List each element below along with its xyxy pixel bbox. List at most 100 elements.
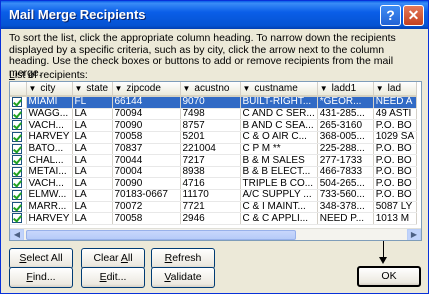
filter-arrow-icon[interactable]: ▼: [29, 84, 37, 94]
cell-city: MARR...: [26, 201, 73, 214]
find-button[interactable]: Find...: [9, 267, 73, 288]
scrollbar-thumb[interactable]: [26, 230, 296, 240]
scroll-right-icon[interactable]: ▶: [407, 229, 421, 240]
scroll-left-icon[interactable]: ◀: [10, 229, 24, 240]
cell-city: MIAMI: [26, 96, 73, 109]
horizontal-scrollbar[interactable]: ◀ ▶: [10, 228, 421, 240]
table-row[interactable]: WAGG... LA 70094 7498 C AND C SER... 431-285.…: [10, 108, 418, 121]
cell-zipcode: 70090: [112, 119, 181, 132]
row-checkbox[interactable]: [12, 97, 22, 107]
row-checkbox-cell[interactable]: [10, 177, 27, 191]
table-row[interactable]: CHAL... LA 70044 7217 B & M SALES 277-1733 P.O…: [10, 154, 418, 167]
cell-city: ELMW...: [26, 189, 73, 202]
column-header-label: acustno: [194, 82, 230, 94]
cell-ladd2: 1013 M: [373, 212, 418, 226]
cell-ladd2: P.O. BO: [373, 143, 418, 156]
table-row[interactable]: METAI... LA 70004 8938 B & B ELECT... 466-783…: [10, 166, 418, 179]
cell-custname: B & M SALES: [240, 154, 318, 167]
cell-zipcode: 70837: [112, 143, 181, 156]
cell-ladd2: P.O. BO: [373, 166, 418, 179]
cell-custname: C AND C SER...: [240, 108, 318, 121]
column-header-label: custname: [254, 82, 298, 94]
column-header-city[interactable]: ▼ city: [26, 82, 73, 97]
cell-ladd1: *GEOR...: [317, 96, 374, 109]
row-checkbox-cell[interactable]: [10, 143, 27, 156]
row-checkbox-cell[interactable]: [10, 131, 27, 144]
cell-ladd2: 1029 SA: [373, 131, 418, 144]
cell-city: WAGG...: [26, 108, 73, 121]
table-row[interactable]: VACH... LA 70090 8757 B AND C SEA... 265-3160…: [10, 119, 418, 132]
list-label-text: ist of recipients:: [14, 69, 88, 81]
cell-ladd1: 225-288...: [317, 143, 374, 156]
row-checkbox-cell[interactable]: [10, 166, 27, 179]
validate-label: alidate: [170, 271, 202, 283]
select-all-label: elect All: [26, 252, 63, 264]
row-checkbox[interactable]: [12, 131, 22, 142]
ok-button[interactable]: OK: [357, 266, 421, 287]
edit-label: dit...: [106, 271, 127, 283]
close-button[interactable]: ✕: [403, 5, 424, 26]
clear-all-button[interactable]: Clear All: [81, 248, 145, 269]
cell-acustno: 8757: [180, 119, 241, 132]
table-row[interactable]: MIAMI FL 66144 9070 BUILT-RIGHT... *GEOR... NE…: [10, 96, 418, 109]
filter-arrow-icon[interactable]: ▼: [320, 84, 328, 94]
table-row[interactable]: HARVEY LA 70058 5201 C & O AIR C... 368-005..…: [10, 131, 418, 144]
cell-zipcode: 70004: [112, 166, 181, 179]
cell-state: LA: [72, 143, 113, 156]
table-row[interactable]: BATO... LA 70837 221004 C P M ** 225-288... P.…: [10, 143, 418, 156]
table-row[interactable]: HARVEY LA 70058 2946 C & C APPLI... NEED P...…: [10, 212, 418, 226]
cell-acustno: 5201: [180, 131, 241, 144]
row-checkbox-cell[interactable]: [10, 201, 27, 214]
table-row[interactable]: MARR... LA 70072 7721 C & I MAINT... 348-378.…: [10, 201, 418, 214]
row-checkbox[interactable]: [12, 155, 22, 166]
row-checkbox-cell[interactable]: [10, 108, 27, 121]
validate-button[interactable]: Validate: [151, 267, 215, 288]
filter-arrow-icon[interactable]: ▼: [243, 84, 251, 94]
row-checkbox-cell[interactable]: [10, 119, 27, 132]
filter-arrow-icon[interactable]: ▼: [376, 84, 384, 94]
clear-all-label-end: ll: [127, 252, 133, 264]
title-bar[interactable]: Mail Merge Recipients ? ✕: [1, 1, 428, 29]
row-checkbox[interactable]: [12, 166, 22, 177]
column-header-ladd2[interactable]: ▼ lad: [373, 82, 418, 97]
row-checkbox-cell[interactable]: [10, 212, 27, 226]
column-header-state[interactable]: ▼ state: [72, 82, 113, 97]
column-header-custname[interactable]: ▼ custname: [240, 82, 318, 97]
refresh-button[interactable]: Refresh: [151, 248, 215, 269]
row-checkbox[interactable]: [12, 108, 22, 119]
filter-arrow-icon[interactable]: ▼: [183, 84, 191, 94]
row-checkbox[interactable]: [12, 120, 22, 131]
column-header-label: zipcode: [126, 82, 161, 94]
cell-custname: TRIPLE B CO...: [240, 177, 318, 191]
help-button[interactable]: ?: [380, 5, 401, 26]
cell-acustno: 7217: [180, 154, 241, 167]
cell-ladd1: 466-7833: [317, 166, 374, 179]
cell-acustno: 11170: [180, 189, 241, 202]
cell-ladd1: 733-560...: [317, 189, 374, 202]
recipients-grid[interactable]: ▼ city ▼ state ▼ zipcode ▼ acustno ▼ custname…: [9, 81, 422, 241]
row-checkbox[interactable]: [12, 178, 22, 189]
cell-state: LA: [72, 119, 113, 132]
row-checkbox[interactable]: [12, 201, 22, 212]
edit-button[interactable]: Edit...: [81, 267, 145, 288]
select-all-button[interactable]: Select All: [9, 248, 73, 269]
column-header-ladd1[interactable]: ▼ ladd1: [317, 82, 374, 97]
row-checkbox[interactable]: [12, 143, 22, 154]
column-header-acustno[interactable]: ▼ acustno: [180, 82, 241, 97]
cell-state: LA: [72, 108, 113, 121]
column-header-label: city: [40, 82, 56, 94]
row-checkbox[interactable]: [12, 190, 22, 201]
cell-zipcode: 66144: [112, 96, 181, 109]
filter-arrow-icon[interactable]: ▼: [115, 84, 123, 94]
table-row[interactable]: ELMW... LA 70183-0667 11170 A/C SUPPLY ... 73…: [10, 189, 418, 202]
column-header-zipcode[interactable]: ▼ zipcode: [112, 82, 181, 97]
filter-arrow-icon[interactable]: ▼: [75, 84, 83, 94]
row-checkbox-cell[interactable]: [10, 189, 27, 202]
row-checkbox-cell[interactable]: [10, 96, 27, 109]
cell-acustno: 221004: [180, 143, 241, 156]
row-checkbox[interactable]: [12, 213, 22, 224]
row-checkbox-cell[interactable]: [10, 154, 27, 167]
table-row[interactable]: VACH... LA 70090 4716 TRIPLE B CO... 504-265.…: [10, 177, 418, 191]
clear-all-label-start: Clear: [93, 252, 121, 264]
cell-ladd1: 504-265...: [317, 177, 374, 191]
